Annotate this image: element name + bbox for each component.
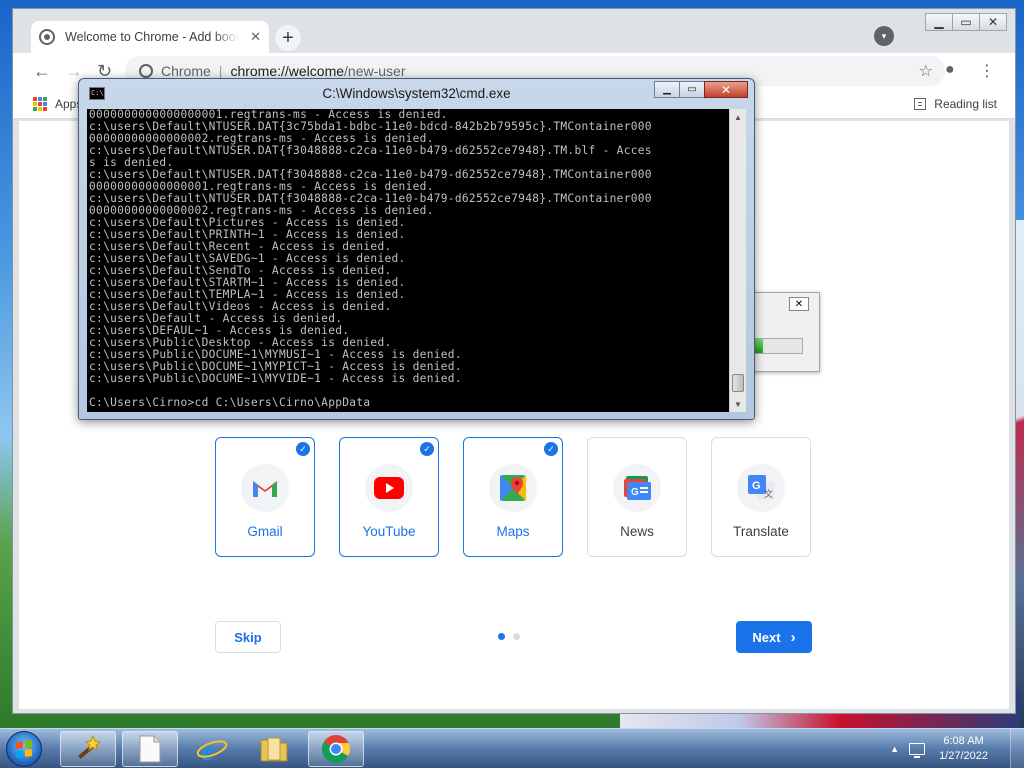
cmd-window-controls: ▁ ▭ ✕ (654, 81, 748, 98)
news-logo-icon: G (613, 464, 661, 512)
reading-list-icon (914, 98, 927, 110)
app-label: Maps (496, 524, 530, 539)
chrome-favicon-icon (39, 29, 55, 45)
cmd-titlebar[interactable]: C:\ C:\Windows\system32\cmd.exe ▁ ▭ ✕ (79, 79, 754, 109)
app-card-gmail[interactable]: Gmail ✓ (215, 437, 315, 557)
next-button[interactable]: Next › (736, 621, 812, 653)
app-card-maps[interactable]: Maps ✓ (463, 437, 563, 557)
app-label: YouTube (362, 524, 416, 539)
minimize-button[interactable]: ▁ (925, 13, 953, 31)
cmd-window: C:\ C:\Windows\system32\cmd.exe ▁ ▭ ✕ 00… (78, 78, 755, 420)
bookmark-star-icon[interactable]: ☆ (919, 61, 933, 81)
tab-welcome[interactable]: Welcome to Chrome - Add bookmarks ✕ (31, 21, 269, 53)
ie-icon: e (196, 734, 228, 764)
close-button[interactable]: ✕ (979, 13, 1007, 31)
svg-text:G: G (631, 487, 639, 498)
page-indicator-dot[interactable] (513, 633, 520, 640)
chevron-right-icon: › (790, 628, 796, 646)
url-host: chrome://welcome (230, 63, 345, 79)
app-card-youtube[interactable]: YouTube ✓ (339, 437, 439, 557)
console-scrollbar[interactable]: ▲ ▼ (729, 109, 746, 412)
network-icon[interactable] (909, 743, 926, 758)
scroll-thumb[interactable] (732, 374, 744, 392)
scroll-up-icon[interactable]: ▲ (730, 109, 746, 125)
skip-button[interactable]: Skip (215, 621, 281, 653)
console-text: 0000000000000000001.regtrans-ms - Access… (89, 109, 652, 409)
taskbar-item-chrome[interactable] (308, 731, 364, 767)
menu-icon[interactable]: ⋮ (979, 61, 995, 81)
reading-list-label: Reading list (934, 97, 997, 111)
windows-logo-icon (16, 740, 32, 758)
app-card-news[interactable]: G News (587, 437, 687, 557)
taskbar-item-explorer[interactable] (246, 731, 302, 767)
new-tab-button[interactable]: + (275, 25, 301, 51)
clock[interactable]: 6:08 AM 1/27/2022 (939, 734, 988, 764)
tab-title: Welcome to Chrome - Add bookmarks (65, 30, 239, 44)
tab-close-icon[interactable]: ✕ (250, 29, 261, 45)
url-path: /new-user (344, 63, 406, 79)
console-output[interactable]: 0000000000000000001.regtrans-ms - Access… (87, 109, 729, 412)
svg-text:G: G (752, 480, 761, 492)
taskbar: e ▲ 6:08 AM 1/27/2022 (0, 728, 1024, 768)
taskbar-item-notepad[interactable] (122, 731, 178, 767)
tab-strip: Welcome to Chrome - Add bookmarks ✕ + ▾ … (13, 9, 1015, 53)
scroll-down-icon[interactable]: ▼ (730, 396, 746, 412)
page-indicator-dot-active[interactable] (498, 633, 505, 640)
translate-logo-icon: G 文 (737, 464, 785, 512)
cmd-title: C:\Windows\system32\cmd.exe (322, 86, 511, 101)
cmd-minimize-button[interactable]: ▁ (654, 81, 680, 98)
checkmark-icon: ✓ (296, 442, 310, 456)
svg-text:文: 文 (764, 488, 773, 499)
url-scheme: Chrome (161, 63, 211, 79)
clock-date: 1/27/2022 (939, 750, 988, 762)
maximize-button[interactable]: ▭ (952, 13, 980, 31)
svg-text:e: e (201, 734, 214, 764)
profile-icon[interactable]: ● (945, 61, 955, 79)
youtube-logo-icon (365, 464, 413, 512)
start-button[interactable] (6, 731, 42, 767)
back-icon[interactable]: ← (33, 61, 51, 82)
system-tray: ▲ 6:08 AM 1/27/2022 (890, 729, 1024, 768)
show-desktop-button[interactable] (1010, 729, 1024, 768)
apps-grid-icon[interactable] (33, 97, 47, 111)
cmd-maximize-button[interactable]: ▭ (679, 81, 705, 98)
app-card-translate[interactable]: G 文 Translate (711, 437, 811, 557)
url-separator: | (218, 63, 223, 79)
folder-icon (260, 737, 288, 762)
maps-logo-icon (489, 464, 537, 512)
taskbar-item-wand[interactable] (60, 731, 116, 767)
document-icon (139, 735, 161, 763)
chrome-site-icon (139, 64, 153, 78)
taskbar-item-internet-explorer[interactable]: e (184, 731, 240, 767)
checkmark-icon: ✓ (544, 442, 558, 456)
next-label: Next (752, 629, 781, 645)
clock-time: 6:08 AM (943, 735, 984, 747)
magic-wand-icon (78, 734, 102, 759)
app-label: Gmail (247, 524, 283, 539)
reading-list-button[interactable]: Reading list (914, 97, 997, 111)
app-label: News (620, 524, 654, 539)
show-hidden-icons-icon[interactable]: ▲ (890, 744, 899, 754)
cmd-close-button[interactable]: ✕ (704, 81, 748, 98)
checkmark-icon: ✓ (420, 442, 434, 456)
app-label: Translate (733, 524, 789, 539)
gmail-logo-icon (241, 464, 289, 512)
window-controls: ▁ ▭ ✕ (925, 13, 1007, 31)
tab-search-icon[interactable]: ▾ (874, 26, 894, 46)
chrome-icon (321, 735, 351, 764)
dialog-close-icon[interactable]: ✕ (789, 297, 809, 311)
